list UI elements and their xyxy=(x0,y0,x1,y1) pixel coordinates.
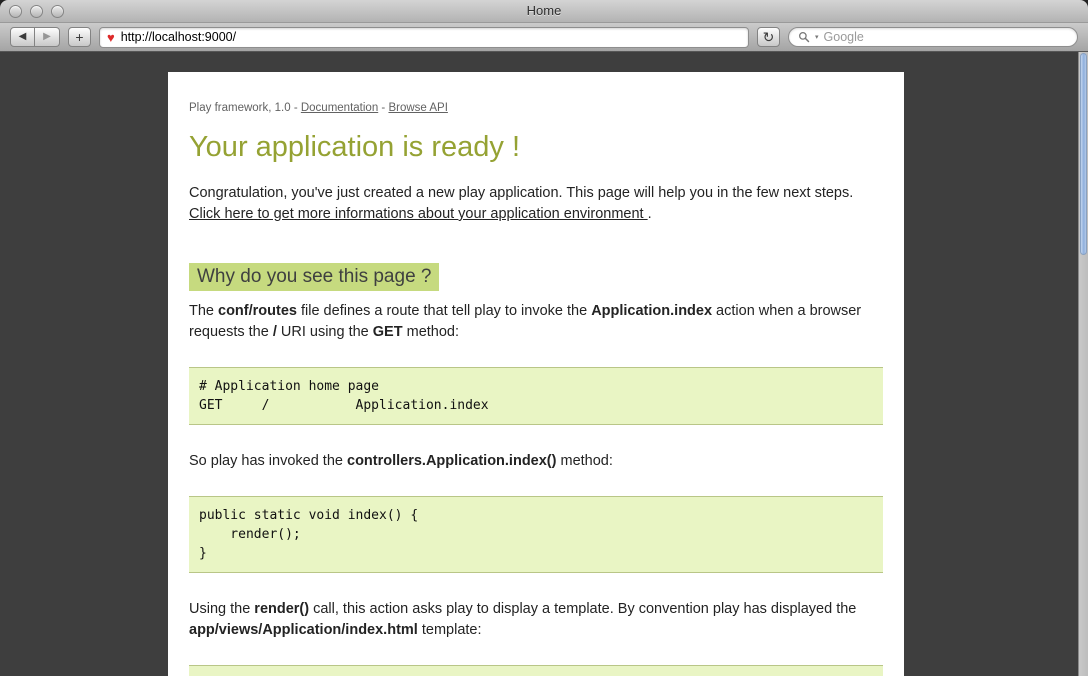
favicon-heart-icon: ♥ xyxy=(107,31,115,44)
text-segment: Using the xyxy=(189,601,254,617)
page-title: Your application is ready ! xyxy=(189,131,883,164)
window-titlebar: Home xyxy=(0,0,1088,23)
framework-version-text: Play framework, 1.0 xyxy=(189,102,291,114)
search-engine-chevron-icon[interactable]: ▾ xyxy=(815,33,819,41)
render-call-term: render() xyxy=(254,601,309,617)
new-tab-button[interactable]: + xyxy=(68,27,91,47)
forward-icon: ▶ xyxy=(43,32,51,42)
conf-routes-term: conf/routes xyxy=(218,303,297,319)
search-icon xyxy=(798,31,810,43)
text-segment: method: xyxy=(556,453,612,469)
text-segment: So play has invoked the xyxy=(189,453,347,469)
intro-period: . xyxy=(648,206,652,222)
template-path-term: app/views/Application/index.html xyxy=(189,622,418,638)
browser-window: Home ◀ ▶ + ♥ http://localhost:9000/ ↻ ▾ … xyxy=(0,0,1088,676)
environment-info-link[interactable]: Click here to get more informations abou… xyxy=(189,206,648,222)
text-segment: URI using the xyxy=(277,324,373,340)
browse-api-link[interactable]: Browse API xyxy=(388,102,447,114)
window-title: Home xyxy=(0,3,1088,18)
browser-toolbar: ◀ ▶ + ♥ http://localhost:9000/ ↻ ▾ Googl… xyxy=(0,23,1088,52)
google-search-field[interactable]: ▾ Google xyxy=(788,27,1078,47)
routes-paragraph: The conf/routes file defines a route tha… xyxy=(189,301,883,343)
controller-paragraph: So play has invoked the controllers.Appl… xyxy=(189,451,883,472)
controller-method-term: controllers.Application.index() xyxy=(347,453,556,469)
scrollbar-thumb[interactable] xyxy=(1080,53,1087,255)
text-segment: method: xyxy=(403,324,459,340)
text-segment: template: xyxy=(418,622,482,638)
vertical-scrollbar[interactable] xyxy=(1078,52,1088,676)
intro-paragraph: Congratulation, you've just created a ne… xyxy=(189,183,883,225)
page-viewport: Play framework, 1.0 - Documentation - Br… xyxy=(0,52,1088,676)
template-paragraph: Using the render() call, this action ask… xyxy=(189,599,883,641)
reload-icon: ↻ xyxy=(763,30,775,44)
text-segment: call, this action asks play to display a… xyxy=(309,601,856,617)
section-title: Why do you see this page ? xyxy=(189,263,439,291)
intro-text: Congratulation, you've just created a ne… xyxy=(189,185,853,201)
text-segment: The xyxy=(189,303,218,319)
routes-code-block: # Application home page GET / Applicatio… xyxy=(189,367,883,425)
address-bar[interactable]: ♥ http://localhost:9000/ xyxy=(99,27,749,48)
back-icon: ◀ xyxy=(19,32,27,42)
play-welcome-page: Play framework, 1.0 - Documentation - Br… xyxy=(168,72,904,676)
forward-button[interactable]: ▶ xyxy=(35,27,60,47)
plus-icon: + xyxy=(75,30,83,44)
template-code-block: #{extends 'main.html' /} #{set title:'Ho… xyxy=(189,665,883,676)
search-placeholder: Google xyxy=(824,30,864,44)
reload-button[interactable]: ↻ xyxy=(757,27,780,47)
back-button[interactable]: ◀ xyxy=(10,27,35,47)
controller-code-block: public static void index() { render(); } xyxy=(189,496,883,573)
get-method-term: GET xyxy=(373,324,403,340)
documentation-link[interactable]: Documentation xyxy=(301,102,378,114)
separator: - xyxy=(291,102,301,114)
framework-header-line: Play framework, 1.0 - Documentation - Br… xyxy=(189,102,883,114)
url-text[interactable]: http://localhost:9000/ xyxy=(121,30,236,44)
history-nav-group: ◀ ▶ xyxy=(10,27,60,47)
text-segment: file defines a route that tell play to i… xyxy=(297,303,591,319)
application-index-term: Application.index xyxy=(591,303,712,319)
separator: - xyxy=(378,102,388,114)
